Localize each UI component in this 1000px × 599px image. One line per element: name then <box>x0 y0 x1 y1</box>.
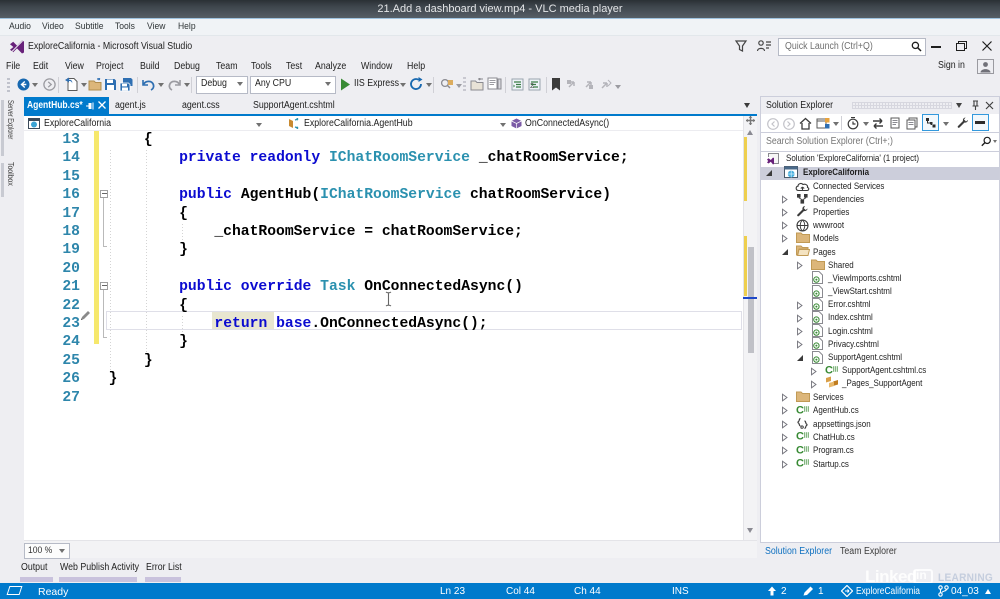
svg-text:2: 2 <box>530 83 534 90</box>
svg-text:C: C <box>796 444 804 455</box>
svg-text:C: C <box>796 404 804 415</box>
svg-text:C: C <box>825 365 833 376</box>
svg-text:C: C <box>796 431 804 442</box>
svg-text:C: C <box>796 458 804 469</box>
